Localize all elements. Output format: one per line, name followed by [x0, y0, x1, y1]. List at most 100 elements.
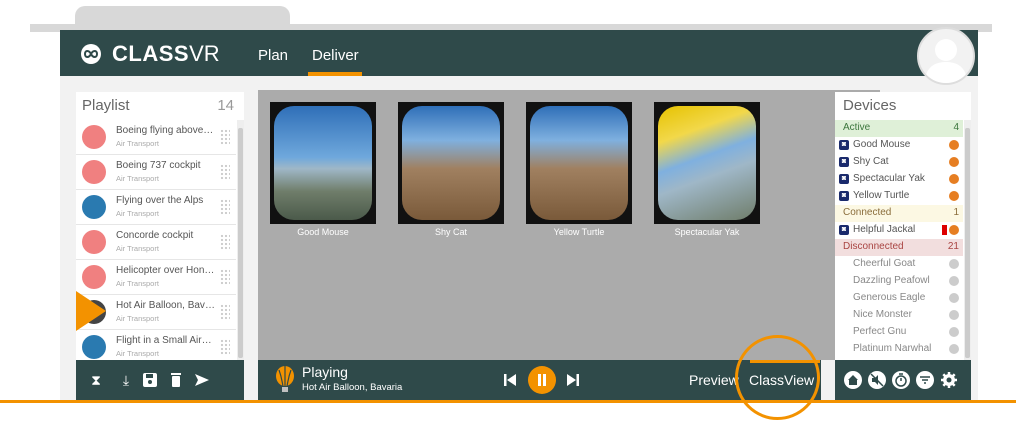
send-icon[interactable] [194, 372, 210, 388]
skip-previous-button[interactable] [503, 373, 517, 392]
drag-handle-icon[interactable] [220, 234, 230, 250]
app-window: CLASS VR Plan Deliver Playlist 14 Boeing … [60, 27, 978, 400]
offline-icon [949, 259, 959, 269]
nav-active-indicator [308, 72, 362, 76]
playlist-item[interactable]: Boeing flying above th... Air Transport [76, 120, 236, 155]
filter-button[interactable] [915, 370, 935, 390]
device-row[interactable]: Platinum Narwhal [835, 341, 963, 358]
airplane-icon [82, 160, 106, 184]
device-view-label: Yellow Turtle [553, 227, 605, 237]
status-icon [949, 174, 959, 184]
nav-plan[interactable]: Plan [258, 47, 288, 64]
drag-handle-icon[interactable] [220, 164, 230, 180]
group-label: Active [843, 122, 871, 133]
device-row[interactable]: ◙ Yellow Turtle [835, 188, 963, 205]
playlist-item-title: Helicopter over Hong ... [116, 265, 216, 276]
device-view-label: Good Mouse [297, 227, 349, 237]
playlist-scrollbar[interactable] [237, 120, 244, 362]
player-status: Playing [302, 364, 348, 380]
offline-icon [949, 310, 959, 320]
mute-button[interactable] [867, 370, 887, 390]
playlist-header: Playlist 14 [76, 92, 244, 120]
group-count: 1 [953, 207, 959, 218]
drag-handle-icon[interactable] [220, 129, 230, 145]
airplane-icon [82, 125, 106, 149]
annotation-line [0, 400, 1016, 403]
skip-next-button[interactable] [566, 373, 580, 392]
panorama-image [274, 106, 372, 220]
devices-header: Devices [835, 92, 971, 120]
device-row[interactable]: ◙ Helpful Jackal [835, 222, 963, 239]
home-icon [844, 371, 862, 389]
drag-handle-icon[interactable] [220, 269, 230, 285]
low-battery-icon [942, 225, 947, 235]
headset-icon: ◙ [839, 174, 849, 184]
home-button[interactable] [843, 370, 863, 390]
device-view[interactable] [654, 102, 760, 224]
playlist-item[interactable]: Flight in a Small Aircraft Air Transport [76, 330, 236, 362]
playlist-item-subtitle: Air Transport [116, 244, 159, 253]
device-row[interactable]: Generous Eagle [835, 290, 963, 307]
brand-light: VR [189, 41, 220, 66]
skip-previous-icon [504, 374, 516, 386]
filter-icon [916, 371, 934, 389]
playlist-item[interactable]: Concorde cockpit Air Transport [76, 225, 236, 260]
airplane-icon [82, 335, 106, 359]
user-icon [925, 39, 967, 83]
offline-icon [949, 276, 959, 286]
trash-icon[interactable] [168, 372, 184, 388]
devices-panel: Devices Active 4 ◙ Good Mouse ◙ Shy Cat … [835, 92, 971, 362]
playlist-item-title: Boeing flying above th... [116, 125, 216, 136]
preview-tab[interactable]: Preview [689, 372, 739, 388]
group-connected[interactable]: Connected 1 [835, 205, 963, 222]
group-label: Disconnected [843, 241, 904, 252]
toolbar-divider [244, 360, 258, 400]
device-row[interactable]: ◙ Spectacular Yak [835, 171, 963, 188]
devices-title: Devices [843, 97, 897, 114]
playlist-item[interactable]: Helicopter over Hong ... Air Transport [76, 260, 236, 295]
download-icon[interactable]: ⤓ [118, 372, 134, 388]
group-disconnected[interactable]: Disconnected 21 [835, 239, 963, 256]
timer-button[interactable] [891, 370, 911, 390]
mute-icon [868, 371, 886, 389]
device-name: Dazzling Peafowl [853, 275, 930, 286]
device-name: Platinum Narwhal [853, 343, 932, 354]
device-row[interactable]: Nice Monster [835, 307, 963, 324]
device-view[interactable] [270, 102, 376, 224]
bottom-toolbar: ⧗ ⤓ Playing Hot Air Balloon, Bavaria Pre… [76, 360, 971, 400]
scrollbar-thumb[interactable] [238, 128, 243, 358]
offline-icon [949, 327, 959, 337]
device-row[interactable]: ◙ Shy Cat [835, 154, 963, 171]
scrollbar-thumb[interactable] [965, 128, 970, 358]
device-row[interactable]: Dazzling Peafowl [835, 273, 963, 290]
save-icon[interactable] [142, 372, 158, 388]
devices-scrollbar[interactable] [964, 120, 971, 362]
offline-icon [949, 344, 959, 354]
playing-indicator [76, 291, 106, 331]
hourglass-icon[interactable]: ⧗ [88, 372, 104, 388]
device-view[interactable] [398, 102, 504, 224]
drag-handle-icon[interactable] [220, 339, 230, 355]
device-name: Helpful Jackal [853, 224, 916, 235]
playlist-item[interactable]: Boeing 737 cockpit Air Transport [76, 155, 236, 190]
playlist-title: Playlist [82, 97, 130, 114]
device-row[interactable]: Perfect Gnu [835, 324, 963, 341]
avatar[interactable] [917, 27, 975, 85]
device-row[interactable]: Cheerful Goat [835, 256, 963, 273]
drag-handle-icon[interactable] [220, 199, 230, 215]
device-row[interactable]: ◙ Good Mouse [835, 137, 963, 154]
playlist-item-title: Boeing 737 cockpit [116, 160, 201, 171]
headset-icon: ◙ [839, 191, 849, 201]
playlist-item-subtitle: Air Transport [116, 279, 159, 288]
group-active[interactable]: Active 4 [835, 120, 963, 137]
playlist-item[interactable]: Flying over the Alps Air Transport [76, 190, 236, 225]
device-view-label: Spectacular Yak [674, 227, 740, 237]
pause-icon [538, 374, 546, 386]
nav-deliver[interactable]: Deliver [312, 47, 359, 64]
devices-list: Active 4 ◙ Good Mouse ◙ Shy Cat ◙ Specta… [835, 120, 963, 362]
device-view[interactable] [526, 102, 632, 224]
pause-button[interactable] [528, 366, 556, 394]
toolbar-divider [821, 360, 835, 400]
drag-handle-icon[interactable] [220, 304, 230, 320]
settings-button[interactable] [939, 370, 959, 390]
